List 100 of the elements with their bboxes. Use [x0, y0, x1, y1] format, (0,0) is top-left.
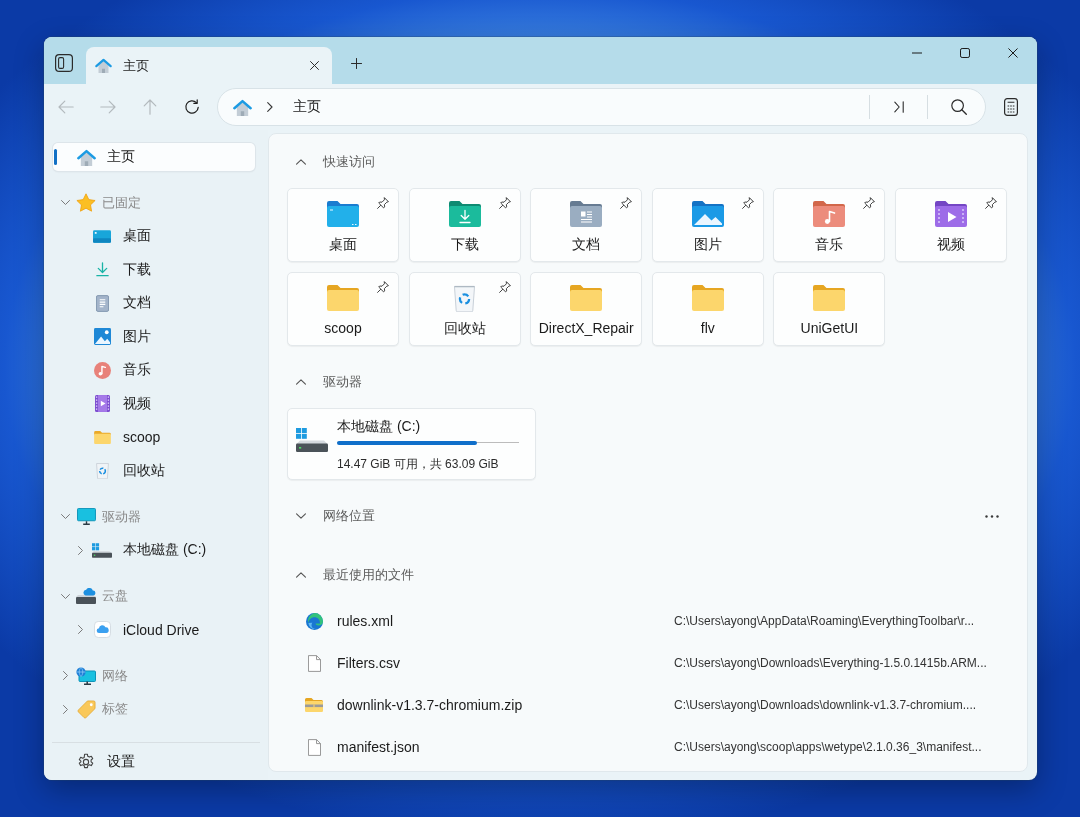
sidebar-item[interactable]: 本地磁盘 (C:): [74, 533, 213, 567]
chevron-down-icon[interactable]: [60, 514, 70, 520]
sidebar-item[interactable]: 主页: [53, 143, 255, 171]
file-path: C:\Users\ayong\Downloads\downlink-v1.3.7-chromium....: [674, 698, 977, 712]
pin-icon[interactable]: [863, 197, 876, 209]
folder-icon: [570, 285, 603, 311]
sidebar-item[interactable]: 下载: [93, 253, 157, 287]
sidebar-item[interactable]: 音乐: [93, 353, 157, 387]
network-icon: [76, 666, 96, 685]
document-folder-icon: [570, 201, 603, 227]
pin-icon[interactable]: [498, 281, 511, 293]
arrow-up-icon: [143, 99, 157, 115]
pin-icon[interactable]: [741, 197, 754, 209]
sidebar-item[interactable]: 桌面: [93, 219, 157, 253]
quick-access-tile[interactable]: 桌面: [287, 188, 399, 262]
sidebar-item[interactable]: 视频: [93, 387, 157, 421]
recycle-bin-icon: [95, 462, 109, 480]
document-icon: [95, 294, 109, 312]
breadcrumb-item[interactable]: 主页: [293, 98, 321, 116]
address-bar[interactable]: 主页: [217, 88, 986, 126]
download-folder-icon: [448, 201, 481, 227]
sidebar-toggle-button[interactable]: [52, 51, 76, 75]
quick-access-tile[interactable]: 图片: [651, 188, 764, 262]
sidebar-item[interactable]: 回收站: [93, 454, 171, 488]
calculator-icon: [1004, 98, 1018, 116]
pin-icon[interactable]: [377, 281, 389, 293]
chevron-up-icon[interactable]: [296, 159, 306, 165]
file-name[interactable]: downlink-v1.3.7-chromium.zip: [337, 697, 523, 713]
drive-card[interactable]: 本地磁盘 (C:) 14.47 GiB 可用，共 63.09 GiB: [287, 408, 536, 480]
monitor-icon: [76, 508, 96, 526]
home-icon: [95, 58, 112, 73]
video-icon: [94, 395, 110, 413]
file-path: C:\Users\ayong\scoop\apps\wetype\2.1.0.36_3\manifest...: [674, 740, 982, 754]
file-icon: [307, 654, 321, 672]
pin-icon[interactable]: [377, 197, 389, 209]
file-name[interactable]: rules.xml: [337, 613, 393, 629]
quick-access-tile[interactable]: UniGetUI: [773, 272, 886, 346]
section-title: 最近使用的文件: [323, 566, 414, 584]
plus-icon: [350, 57, 362, 69]
zip-folder-icon: [305, 698, 323, 712]
picture-folder-icon: [691, 201, 724, 227]
refresh-icon: [184, 99, 200, 115]
quick-access-tile[interactable]: scoop: [287, 272, 399, 346]
file-icon: [307, 738, 321, 756]
quick-access-tile[interactable]: 文档: [530, 188, 643, 262]
arrow-left-icon: [58, 100, 74, 114]
tab[interactable]: 主页: [86, 47, 332, 84]
minimize-icon: [912, 51, 922, 54]
chevron-up-icon[interactable]: [296, 379, 306, 385]
chevron-bar-icon: [894, 101, 904, 113]
quick-access-tile[interactable]: flv: [651, 272, 764, 346]
folder-icon: [93, 430, 111, 444]
desktop-icon: [93, 229, 111, 243]
desktop-folder-icon: [327, 201, 359, 227]
music-note-icon: [93, 361, 111, 379]
panel-icon: [55, 54, 73, 72]
section-title: 快速访问: [323, 153, 375, 171]
maximize-icon: [960, 47, 970, 58]
browser-logo-icon: [305, 612, 323, 630]
picture-icon: [93, 328, 111, 346]
close-icon: [309, 61, 319, 70]
pin-icon[interactable]: [620, 197, 633, 209]
quick-access-tile[interactable]: DirectX_Repair: [530, 272, 643, 346]
section-title: 驱动器: [323, 373, 362, 391]
file-path: C:\Users\ayong\AppData\Roaming\EverythingToolbar\r...: [674, 614, 975, 628]
quick-access-tile[interactable]: 回收站: [408, 272, 521, 346]
sidebar-item[interactable]: scoop: [93, 420, 167, 454]
drive-icon: [92, 542, 112, 558]
quick-access-tile[interactable]: 下载: [408, 188, 521, 262]
chevron-right-icon[interactable]: [267, 102, 273, 112]
settings-icon: [77, 752, 95, 771]
home-icon: [233, 98, 252, 116]
tag-icon: [76, 699, 96, 719]
sidebar-item[interactable]: 文档: [93, 286, 157, 320]
recycle-bin-icon: [454, 284, 476, 312]
sidebar-item[interactable]: 图片: [93, 320, 157, 354]
folder-icon: [691, 285, 724, 311]
home-icon: [76, 148, 96, 166]
folder-icon: [813, 285, 846, 311]
download-icon: [94, 262, 110, 278]
sidebar-item[interactable]: iCloud Drive: [74, 613, 206, 647]
music-folder-icon: [813, 201, 846, 227]
pin-icon[interactable]: [984, 197, 997, 209]
folder-icon: [327, 285, 359, 311]
more-icon: [985, 514, 999, 518]
quick-access-tile[interactable]: 视频: [894, 188, 1007, 262]
file-name[interactable]: manifest.json: [337, 739, 420, 755]
file-path: C:\Users\ayong\Downloads\Everything-1.5.0.1415b.ARM...: [674, 656, 987, 670]
chevron-down-icon[interactable]: [60, 200, 70, 206]
close-tab-button[interactable]: [307, 58, 321, 73]
chevron-down-icon[interactable]: [60, 593, 70, 599]
pin-icon[interactable]: [498, 197, 511, 209]
file-name[interactable]: Filters.csv: [337, 655, 400, 671]
settings-button[interactable]: 设置: [77, 745, 141, 778]
search-icon: [951, 99, 967, 115]
chevron-down-icon[interactable]: [296, 513, 306, 519]
section-title: 网络位置: [323, 507, 375, 525]
close-icon: [1008, 47, 1018, 58]
quick-access-tile[interactable]: 音乐: [773, 188, 886, 262]
chevron-up-icon[interactable]: [296, 572, 306, 578]
